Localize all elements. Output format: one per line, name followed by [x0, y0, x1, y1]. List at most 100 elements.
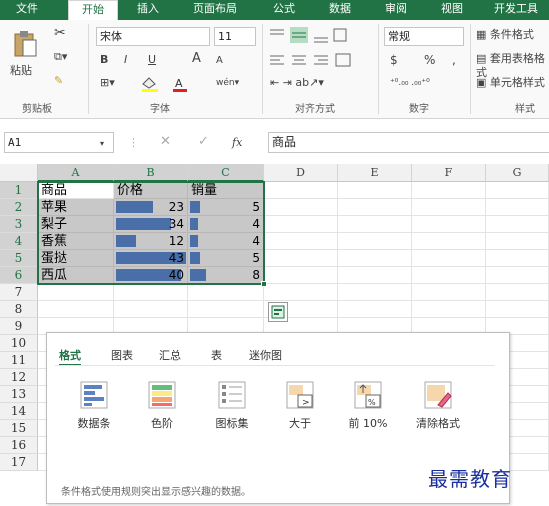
- cell-empty[interactable]: [38, 301, 114, 318]
- enter-icon[interactable]: ✓: [198, 135, 209, 149]
- cell-empty[interactable]: [412, 301, 486, 318]
- row-header[interactable]: 7: [0, 284, 38, 301]
- cell-empty[interactable]: [264, 233, 338, 250]
- cell-empty[interactable]: [188, 301, 264, 318]
- grow-font-button[interactable]: A: [192, 52, 201, 66]
- cell-name[interactable]: 蛋挞: [38, 250, 114, 267]
- qa-tab-charts[interactable]: 图表: [111, 347, 133, 363]
- cell-sales[interactable]: 8: [188, 267, 264, 284]
- cell-c1[interactable]: 销量: [188, 182, 264, 199]
- tab-formulas[interactable]: 公式: [262, 0, 306, 20]
- qa-tab-totals[interactable]: 汇总: [159, 347, 181, 363]
- row-header[interactable]: 8: [0, 301, 38, 318]
- tab-page-layout[interactable]: 页面布局: [182, 0, 248, 20]
- cell-sales[interactable]: 4: [188, 233, 264, 250]
- cell-price[interactable]: 23: [114, 199, 188, 216]
- row-header[interactable]: 4: [0, 233, 38, 250]
- currency-button[interactable]: $: [390, 53, 398, 67]
- cell-empty[interactable]: [486, 250, 549, 267]
- qa-tab-tables[interactable]: 表: [211, 347, 222, 363]
- cell-empty[interactable]: [338, 216, 412, 233]
- cell-empty[interactable]: [412, 216, 486, 233]
- cell-empty[interactable]: [338, 199, 412, 216]
- cell-empty[interactable]: [412, 267, 486, 284]
- row-header[interactable]: 17: [0, 454, 38, 471]
- cell-empty[interactable]: [338, 250, 412, 267]
- qa-tab-formatting[interactable]: 格式: [59, 347, 81, 366]
- qa-item-data-bars[interactable]: 数据条: [63, 381, 125, 431]
- horizontal-align-icons[interactable]: [268, 52, 358, 70]
- cell-name[interactable]: 香蕉: [38, 233, 114, 250]
- cell-empty[interactable]: [338, 284, 412, 301]
- cell-empty[interactable]: [412, 182, 486, 199]
- cut-icon[interactable]: ✂: [54, 26, 66, 40]
- cell-b1[interactable]: 价格: [114, 182, 188, 199]
- cell-sales[interactable]: 4: [188, 216, 264, 233]
- qa-item-color-scale[interactable]: 色阶: [131, 381, 193, 431]
- fill-handle[interactable]: [261, 281, 267, 287]
- qa-item-top-10[interactable]: % 前 10%: [337, 381, 399, 431]
- cell-style-button[interactable]: ▣ 单元格样式: [476, 76, 545, 90]
- cancel-icon[interactable]: ✕: [160, 135, 171, 149]
- cell-sales[interactable]: 5: [188, 250, 264, 267]
- cell-empty[interactable]: [264, 284, 338, 301]
- paste-button[interactable]: [12, 28, 38, 58]
- tab-review[interactable]: 审阅: [374, 0, 418, 20]
- conditional-format-button[interactable]: ▦ 条件格式: [476, 28, 534, 42]
- cell-empty[interactable]: [486, 233, 549, 250]
- cell-name[interactable]: 苹果: [38, 199, 114, 216]
- indent-icons[interactable]: ⇤ ⇥ ab↗▾: [270, 76, 324, 90]
- percent-button[interactable]: %: [424, 53, 435, 67]
- cell-empty[interactable]: [412, 250, 486, 267]
- qa-item-clear-format[interactable]: 清除格式: [407, 381, 469, 431]
- decimal-icons[interactable]: ⁺⁰.₀₀ .₀₀⁺⁰: [390, 76, 430, 90]
- cell-empty[interactable]: [486, 182, 549, 199]
- cell-price[interactable]: 43: [114, 250, 188, 267]
- quick-analysis-button[interactable]: [268, 302, 288, 322]
- tab-insert[interactable]: 插入: [126, 0, 170, 20]
- cell-sales[interactable]: 5: [188, 199, 264, 216]
- cell-empty[interactable]: [264, 182, 338, 199]
- fill-color-icon[interactable]: [140, 76, 164, 92]
- cell-price[interactable]: 34: [114, 216, 188, 233]
- row-header[interactable]: 6: [0, 267, 38, 284]
- tab-view[interactable]: 视图: [430, 0, 474, 20]
- cell-empty[interactable]: [338, 182, 412, 199]
- cell-empty[interactable]: [486, 216, 549, 233]
- column-header-a[interactable]: A: [38, 164, 114, 182]
- row-header[interactable]: 2: [0, 199, 38, 216]
- row-header[interactable]: 12: [0, 369, 38, 386]
- cell-empty[interactable]: [486, 301, 549, 318]
- row-header[interactable]: 1: [0, 182, 38, 199]
- cell-empty[interactable]: [338, 233, 412, 250]
- formula-input[interactable]: 商品: [268, 132, 549, 153]
- italic-button[interactable]: I: [124, 53, 127, 67]
- name-box[interactable]: A1: [4, 132, 114, 153]
- copy-icon[interactable]: ⧉▾: [54, 50, 67, 64]
- column-header-g[interactable]: G: [486, 164, 549, 182]
- shrink-font-button[interactable]: A: [216, 54, 223, 68]
- tab-developer[interactable]: 开发工具: [486, 0, 546, 20]
- cell-empty[interactable]: [38, 284, 114, 301]
- cell-empty[interactable]: [264, 216, 338, 233]
- row-header[interactable]: 11: [0, 352, 38, 369]
- cell-price[interactable]: 40: [114, 267, 188, 284]
- underline-button[interactable]: U: [148, 53, 156, 67]
- font-size-box[interactable]: 11: [214, 27, 256, 46]
- tab-file[interactable]: 文件: [4, 0, 50, 20]
- cell-empty[interactable]: [114, 301, 188, 318]
- function-icon[interactable]: fx: [232, 136, 242, 150]
- worksheet-grid[interactable]: A B C D E F G 1 2 3 4 5 6 7 8 9 10 11 12…: [0, 164, 549, 506]
- cell-a1[interactable]: 商品: [38, 182, 114, 199]
- cell-name[interactable]: 西瓜: [38, 267, 114, 284]
- comma-button[interactable]: ,: [452, 53, 456, 67]
- font-name-box[interactable]: 宋体: [96, 27, 210, 46]
- border-icon[interactable]: ⊞▾: [100, 76, 115, 90]
- select-all-corner[interactable]: [0, 164, 38, 182]
- cell-price[interactable]: 12: [114, 233, 188, 250]
- cell-empty[interactable]: [188, 284, 264, 301]
- qa-item-greater-than[interactable]: > 大于: [269, 381, 331, 431]
- cell-empty[interactable]: [264, 199, 338, 216]
- column-header-f[interactable]: F: [412, 164, 486, 182]
- number-format-box[interactable]: 常规: [384, 27, 464, 46]
